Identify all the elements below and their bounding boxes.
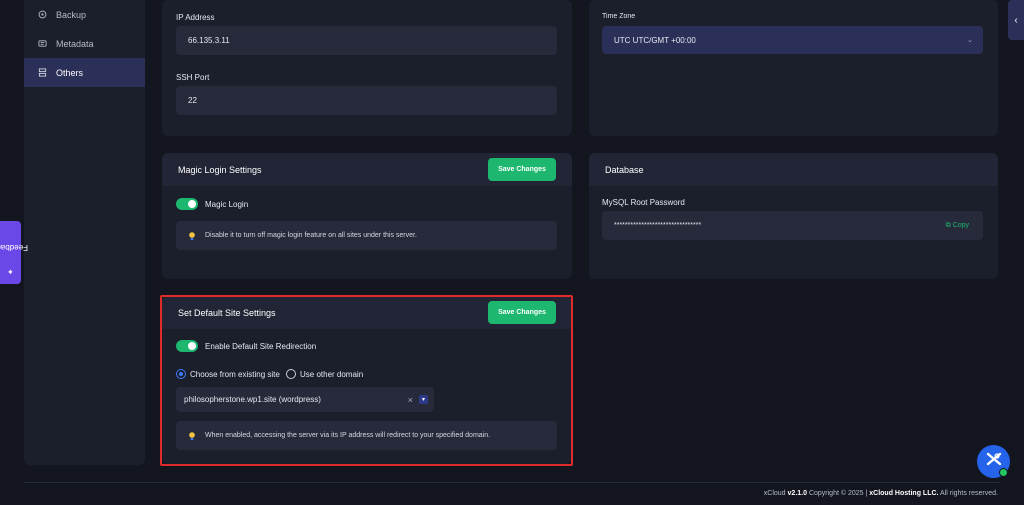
online-status-dot (999, 468, 1008, 477)
database-header: Database (589, 153, 998, 186)
timezone-select[interactable]: UTC UTC/GMT +00:00 ⌄ (602, 26, 983, 54)
ip-address-label: IP Address (176, 13, 215, 22)
sidebar-item-others[interactable]: Others (24, 58, 145, 87)
timezone-card: Time Zone UTC UTC/GMT +00:00 ⌄ (589, 0, 998, 136)
sidebar-item-backup[interactable]: Backup (24, 0, 145, 29)
magic-login-header: Magic Login Settings Save Changes (162, 153, 572, 186)
magic-login-toggle[interactable] (176, 198, 198, 210)
mysql-password-field[interactable]: ******************************** ⧉ Copy (602, 211, 983, 240)
chevron-down-icon: ⌄ (967, 37, 973, 44)
copy-button[interactable]: ⧉ Copy (946, 222, 969, 230)
sidebar-item-label: Backup (56, 9, 87, 20)
feedback-tab[interactable]: ✦ Feedback (0, 221, 28, 284)
ip-address-field[interactable]: 66.135.3.11 (176, 26, 557, 55)
sparkle-icon: ✦ (7, 267, 14, 277)
metadata-icon (38, 39, 47, 48)
footer-copyright: Copyright © 2025 | (808, 490, 868, 497)
magic-login-title: Magic Login Settings (178, 164, 262, 175)
magic-login-save-button[interactable]: Save Changes (488, 158, 556, 181)
mysql-password-label: MySQL Root Password (602, 198, 685, 207)
chevron-left-icon: ‹ (1014, 14, 1018, 26)
ssh-port-value: 22 (188, 96, 197, 105)
magic-login-card: Magic Login Settings Save Changes Magic … (162, 153, 572, 279)
backup-icon (38, 10, 47, 19)
sidebar: Backup Metadata Others (24, 0, 145, 465)
others-icon (38, 68, 47, 77)
ip-address-value: 66.135.3.11 (188, 36, 230, 45)
footer-rights: All rights reserved. (940, 490, 998, 497)
mysql-password-value: ******************************** (614, 222, 702, 229)
database-title: Database (605, 164, 644, 175)
copy-icon: ⧉ (945, 221, 951, 229)
sidebar-item-label: Metadata (56, 38, 94, 49)
database-card: Database MySQL Root Password ***********… (589, 153, 998, 279)
magic-login-info: Disable it to turn off magic login featu… (176, 221, 557, 250)
server-info-card: IP Address 66.135.3.11 SSH Port 22 (162, 0, 572, 136)
copy-label: Copy (952, 222, 969, 229)
save-button-label: Save Changes (498, 166, 546, 173)
ssh-port-field[interactable]: 22 (176, 86, 557, 115)
sidebar-item-metadata[interactable]: Metadata (24, 29, 145, 58)
magic-login-toggle-label: Magic Login (205, 200, 249, 209)
lightbulb-icon (188, 231, 196, 241)
footer: xCloud v2.1.0 Copyright © 2025 | xCloud … (764, 490, 998, 497)
collapse-panel-button[interactable]: ‹ (1008, 0, 1024, 40)
magic-login-info-text: Disable it to turn off magic login featu… (205, 232, 417, 239)
sidebar-item-label: Others (56, 67, 84, 78)
ssh-port-label: SSH Port (176, 73, 210, 82)
footer-company[interactable]: xCloud Hosting LLC. (869, 490, 938, 497)
feedback-label: Feedback (0, 243, 29, 253)
timezone-label: Time Zone (602, 13, 636, 20)
footer-version: v2.1.0 (787, 490, 807, 497)
footer-brand: xCloud (763, 490, 786, 497)
timezone-value: UTC UTC/GMT +00:00 (614, 35, 696, 45)
footer-divider (24, 482, 1000, 483)
highlight-annotation (160, 295, 573, 466)
